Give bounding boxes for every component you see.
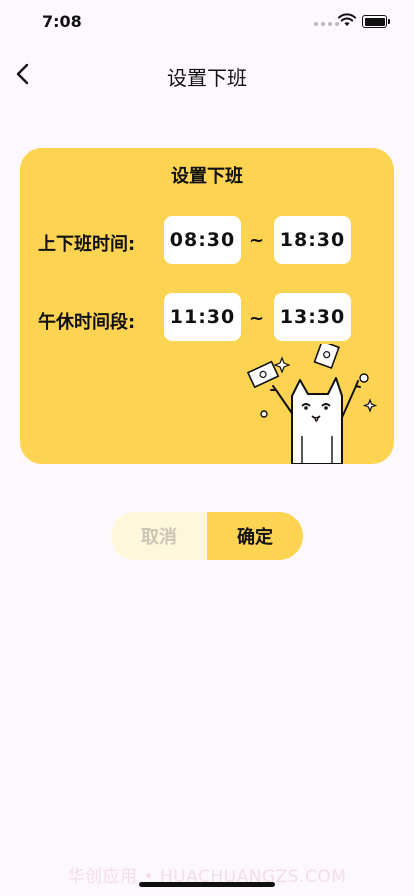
lunch-start-time[interactable]: 11:30 xyxy=(164,293,241,341)
lunch-time-separator: ~ xyxy=(249,308,265,329)
work-start-time[interactable]: 08:30 xyxy=(164,216,241,264)
confirm-button[interactable]: 确定 xyxy=(207,512,303,560)
screen: 7:08 设置下班 设置下班 上下班时间: 08:30 ~ 18:30 午休时间… xyxy=(0,0,414,896)
work-time-label: 上下班时间: xyxy=(38,234,136,255)
work-end-time[interactable]: 18:30 xyxy=(274,216,351,264)
home-indicator[interactable] xyxy=(139,882,275,887)
cancel-button[interactable]: 取消 xyxy=(111,512,207,560)
work-time-separator: ~ xyxy=(249,230,265,251)
status-time: 7:08 xyxy=(42,12,82,31)
lunch-end-time[interactable]: 13:30 xyxy=(274,293,351,341)
signal-dots-icon xyxy=(314,22,339,26)
cat-illustration-icon xyxy=(246,344,378,464)
wifi-icon xyxy=(338,13,356,26)
battery-icon xyxy=(362,15,390,28)
page-title: 设置下班 xyxy=(167,66,247,90)
nav-bar: 设置下班 xyxy=(0,52,414,96)
status-bar: 7:08 xyxy=(0,0,414,44)
lunch-time-label: 午休时间段: xyxy=(38,312,136,333)
settings-card: 设置下班 上下班时间: 08:30 ~ 18:30 午休时间段: 11:30 ~… xyxy=(20,148,394,464)
action-buttons: 取消 确定 xyxy=(111,512,303,560)
card-title: 设置下班 xyxy=(171,166,243,187)
